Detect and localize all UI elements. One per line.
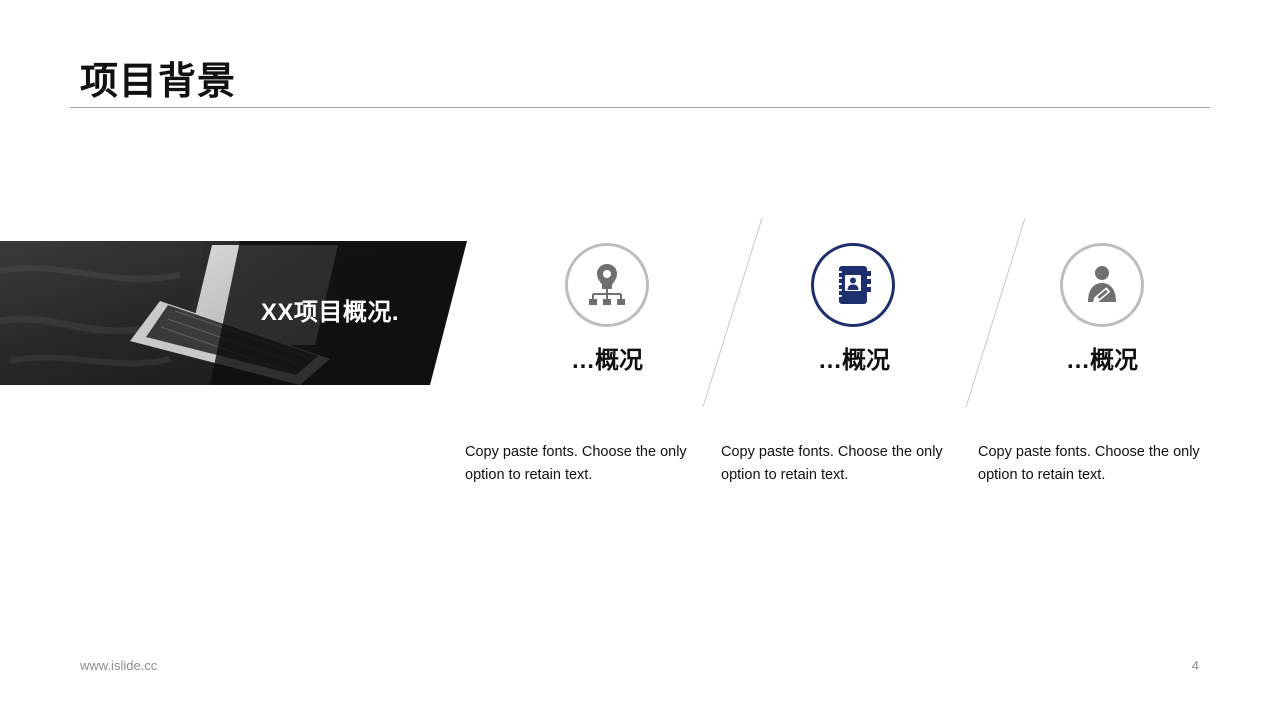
footer-url: www.islide.cc xyxy=(80,658,158,673)
feature-text-1: Copy paste fonts. Choose the only option… xyxy=(465,444,687,483)
user-edit-icon xyxy=(1060,243,1144,327)
contact-book-icon xyxy=(811,243,895,327)
location-hierarchy-icon xyxy=(565,243,649,327)
feature-title-1: …概况 xyxy=(571,347,643,374)
feature-text-3: Copy paste fonts. Choose the only option… xyxy=(978,444,1200,483)
feature-text-2: Copy paste fonts. Choose the only option… xyxy=(721,444,943,483)
page-number: 4 xyxy=(1191,658,1199,673)
feature-title-2: …概况 xyxy=(818,347,890,374)
feature-title-3: …概况 xyxy=(1066,347,1138,374)
